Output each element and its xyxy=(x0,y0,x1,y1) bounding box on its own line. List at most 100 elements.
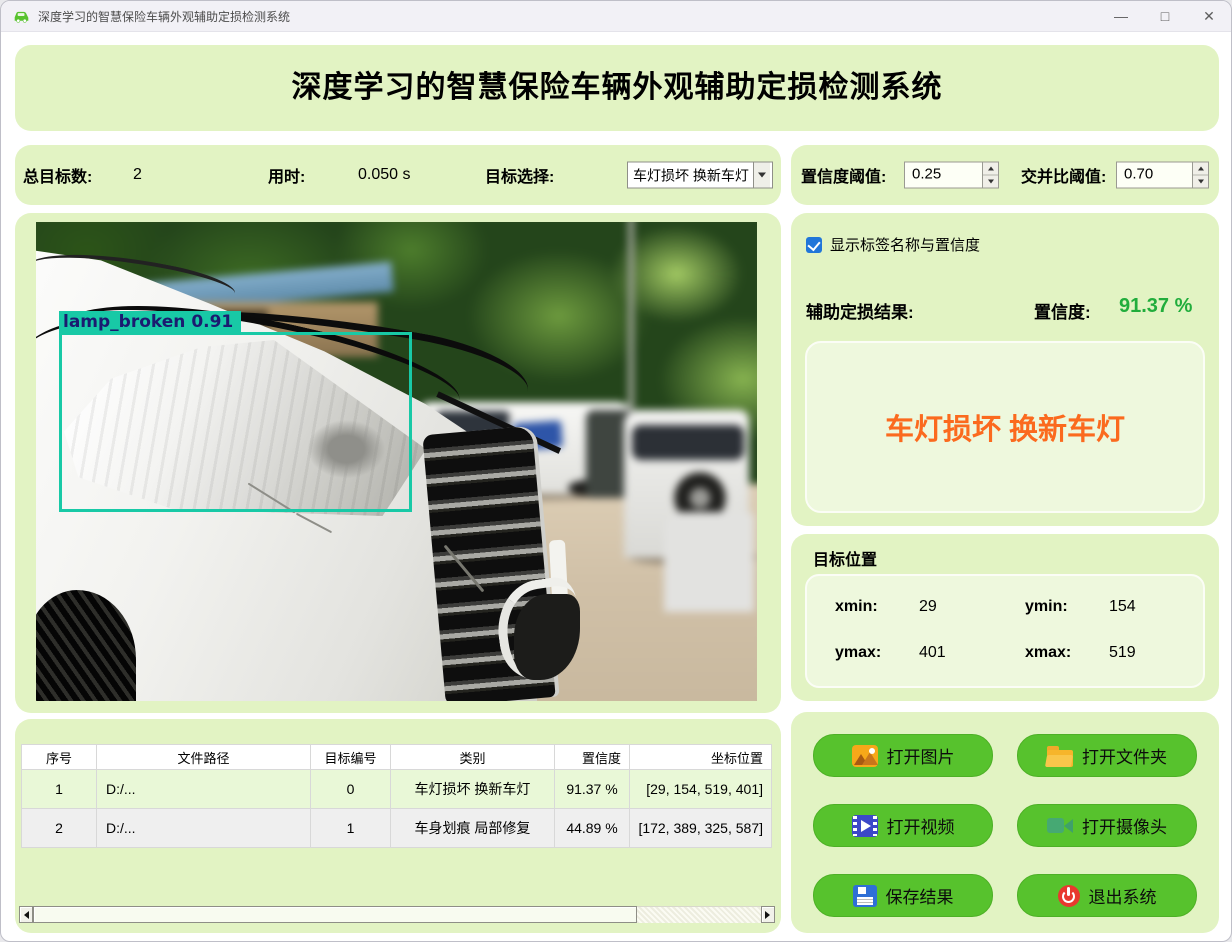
actions-panel: 打开图片 打开文件夹 打开视频 打开摄像头 保存结果 退出系统 xyxy=(791,712,1219,933)
result-text: 车灯损坏 换新车灯 xyxy=(884,414,1126,446)
confidence-threshold-spinner[interactable]: 0.25 xyxy=(904,161,999,189)
target-select-dropdown[interactable]: 车灯损坏 换新车灯 xyxy=(627,161,773,189)
cell-coordinates[interactable]: [172, 389, 325, 587] xyxy=(629,808,772,848)
confidence-label: 置信度: xyxy=(1034,303,1091,322)
header-class: 类别 xyxy=(390,744,555,770)
total-targets-value: 2 xyxy=(133,166,142,183)
image-viewer-panel: lamp_broken 0.91 xyxy=(15,213,781,713)
cell-target-id[interactable]: 0 xyxy=(310,769,391,809)
confidence-value: 91.37 % xyxy=(1119,295,1193,317)
confidence-threshold-label: 置信度阈值: xyxy=(801,169,887,186)
target-select-label: 目标选择: xyxy=(485,169,555,186)
exit-system-label: 退出系统 xyxy=(1088,888,1157,907)
title-bar: 深度学习的智慧保险车辆外观辅助定损检测系统 — □ ✕ xyxy=(1,1,1231,32)
open-folder-label: 打开文件夹 xyxy=(1082,748,1167,767)
elapsed-time-label: 用时: xyxy=(268,169,306,186)
dropdown-arrow-icon[interactable] xyxy=(753,162,770,188)
detections-table-panel: 序号 文件路径 目标编号 类别 置信度 坐标位置 1 D:/... 0 车灯损坏… xyxy=(15,719,781,933)
app-window: 深度学习的智慧保险车辆外观辅助定损检测系统 — □ ✕ 深度学习的智慧保险车辆外… xyxy=(0,0,1232,942)
save-icon xyxy=(852,884,877,907)
exit-system-button[interactable]: 退出系统 xyxy=(1017,874,1197,917)
cell-confidence[interactable]: 44.89 % xyxy=(554,808,630,848)
spinner-up-icon[interactable] xyxy=(983,162,998,176)
open-video-icon xyxy=(851,814,878,837)
assist-result-label: 辅助定损结果: xyxy=(806,303,914,322)
close-button[interactable]: ✕ xyxy=(1187,1,1231,32)
iou-threshold-spinner[interactable]: 0.70 xyxy=(1116,161,1209,189)
detection-bounding-box xyxy=(59,332,412,512)
window-title: 深度学习的智慧保险车辆外观辅助定损检测系统 xyxy=(38,9,291,24)
ymin-label: ymin: xyxy=(1025,598,1068,615)
header-coordinates: 坐标位置 xyxy=(629,744,772,770)
save-results-label: 保存结果 xyxy=(885,888,954,907)
cell-index[interactable]: 1 xyxy=(21,769,97,809)
open-image-icon xyxy=(851,744,878,767)
open-camera-label: 打开摄像头 xyxy=(1082,818,1167,837)
target-position-panel: 目标位置 xmin: 29 ymin: 154 ymax: 401 xmax: … xyxy=(791,534,1219,701)
open-image-button[interactable]: 打开图片 xyxy=(813,734,993,777)
target-position-title: 目标位置 xyxy=(813,552,878,569)
total-targets-label: 总目标数: xyxy=(23,169,93,186)
scrollbar-track[interactable] xyxy=(637,906,761,923)
cell-confidence[interactable]: 91.37 % xyxy=(554,769,630,809)
stats-bar: 总目标数: 2 用时: 0.050 s 目标选择: 车灯损坏 换新车灯 xyxy=(15,145,781,205)
show-labels-checkbox[interactable] xyxy=(806,236,822,253)
window-controls: — □ ✕ xyxy=(1099,1,1231,31)
table-row[interactable]: 1 D:/... 0 车灯损坏 换新车灯 91.37 % [29, 154, 5… xyxy=(21,769,772,809)
ymin-value: 154 xyxy=(1109,598,1136,615)
show-labels-label: 显示标签名称与置信度 xyxy=(830,237,981,254)
cell-coordinates[interactable]: [29, 154, 519, 401] xyxy=(629,769,772,809)
open-image-label: 打开图片 xyxy=(886,748,955,767)
app-icon xyxy=(14,11,29,23)
open-video-button[interactable]: 打开视频 xyxy=(813,804,993,847)
open-camera-button[interactable]: 打开摄像头 xyxy=(1017,804,1197,847)
ymax-value: 401 xyxy=(919,644,946,661)
header-filepath: 文件路径 xyxy=(96,744,311,770)
header-confidence: 置信度 xyxy=(554,744,630,770)
iou-threshold-label: 交并比阈值: xyxy=(1021,169,1107,186)
open-folder-button[interactable]: 打开文件夹 xyxy=(1017,734,1197,777)
confidence-threshold-value: 0.25 xyxy=(912,165,942,183)
spinner-up-icon[interactable] xyxy=(1193,162,1208,176)
save-results-button[interactable]: 保存结果 xyxy=(813,874,993,917)
result-panel: 显示标签名称与置信度 辅助定损结果: 置信度: 91.37 % 车灯损坏 换新车… xyxy=(791,213,1219,526)
open-video-label: 打开视频 xyxy=(886,818,955,837)
xmin-label: xmin: xyxy=(835,598,878,615)
threshold-bar: 置信度阈值: 0.25 交并比阈值: 0.70 xyxy=(791,145,1219,205)
cell-index[interactable]: 2 xyxy=(21,808,97,848)
maximize-button[interactable]: □ xyxy=(1143,1,1187,32)
exit-icon xyxy=(1057,884,1080,907)
scrollbar-thumb[interactable] xyxy=(33,906,637,923)
cell-target-id[interactable]: 1 xyxy=(310,808,391,848)
table-header-row: 序号 文件路径 目标编号 类别 置信度 坐标位置 xyxy=(21,744,772,770)
spinner-down-icon[interactable] xyxy=(983,175,998,188)
target-position-box: xmin: 29 ymin: 154 ymax: 401 xmax: 519 xyxy=(805,574,1205,688)
ymax-label: ymax: xyxy=(835,644,882,661)
spinner-down-icon[interactable] xyxy=(1193,175,1208,188)
xmax-value: 519 xyxy=(1109,644,1136,661)
target-select-value: 车灯损坏 换新车灯 xyxy=(633,167,749,183)
header-panel: 深度学习的智慧保险车辆外观辅助定损检测系统 xyxy=(15,45,1219,131)
horizontal-scrollbar[interactable] xyxy=(19,906,775,923)
result-box: 车灯损坏 换新车灯 xyxy=(805,341,1205,513)
scroll-left-icon[interactable] xyxy=(19,906,33,923)
detections-table: 序号 文件路径 目标编号 类别 置信度 坐标位置 1 D:/... 0 车灯损坏… xyxy=(21,744,772,848)
detection-image: lamp_broken 0.91 xyxy=(36,222,757,701)
open-folder-icon xyxy=(1044,745,1074,767)
cell-filepath[interactable]: D:/... xyxy=(96,769,311,809)
open-camera-icon xyxy=(1047,815,1073,837)
minimize-button[interactable]: — xyxy=(1099,1,1143,32)
elapsed-time-value: 0.050 s xyxy=(358,166,411,183)
header-target-id: 目标编号 xyxy=(310,744,391,770)
header-index: 序号 xyxy=(21,744,97,770)
cell-class[interactable]: 车灯损坏 换新车灯 xyxy=(390,769,555,809)
cell-filepath[interactable]: D:/... xyxy=(96,808,311,848)
detection-label: lamp_broken 0.91 xyxy=(59,311,242,333)
page-title: 深度学习的智慧保险车辆外观辅助定损检测系统 xyxy=(291,71,943,104)
iou-threshold-value: 0.70 xyxy=(1124,165,1154,183)
show-labels-checkbox-row[interactable]: 显示标签名称与置信度 xyxy=(806,234,980,255)
table-row[interactable]: 2 D:/... 1 车身划痕 局部修复 44.89 % [172, 389, … xyxy=(21,808,772,848)
xmin-value: 29 xyxy=(919,598,937,615)
cell-class[interactable]: 车身划痕 局部修复 xyxy=(390,808,555,848)
scroll-right-icon[interactable] xyxy=(761,906,775,923)
